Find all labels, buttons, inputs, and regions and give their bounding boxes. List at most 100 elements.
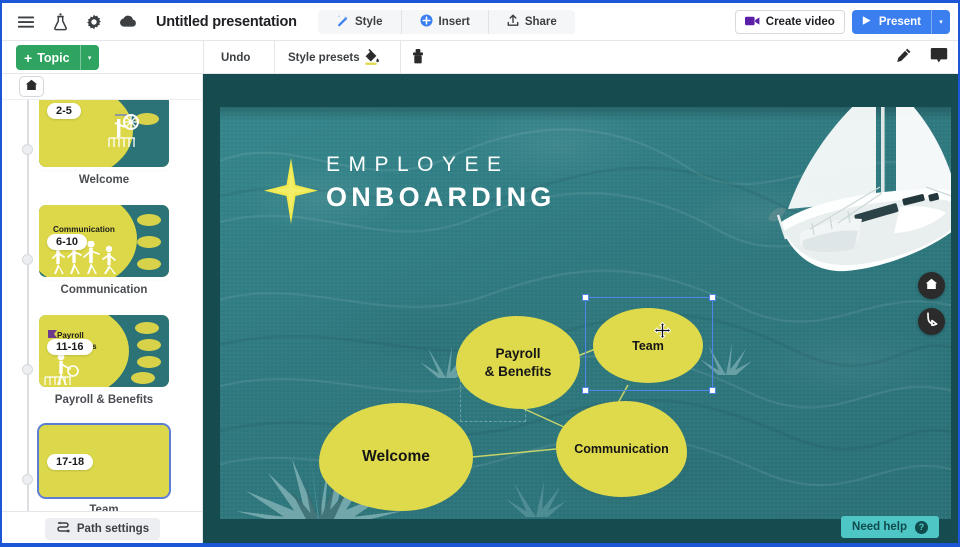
paint-bucket-icon: [362, 47, 381, 69]
style-button[interactable]: Style: [318, 10, 402, 34]
prezi-editor-window: Untitled presentation Style Insert Share…: [0, 0, 960, 547]
add-topic-button[interactable]: + Topic ▾: [16, 45, 99, 70]
canvas-float-buttons: [918, 272, 945, 335]
thumb-mini-node: [137, 214, 161, 226]
slide-name-label: Welcome: [78, 174, 130, 186]
document-title[interactable]: Untitled presentation: [156, 14, 297, 30]
thumb-title: Communication: [53, 225, 115, 234]
slide-surface[interactable]: EMPLOYEE ONBOARDING Welcome Payroll & Be…: [220, 107, 951, 519]
node-communication-label: Communication: [574, 442, 669, 456]
path-route-icon: [56, 521, 70, 537]
node-payroll-benefits-label: Payroll & Benefits: [485, 345, 552, 380]
slides-sidebar: 2-5 Welcome Communication 6-10 Communica…: [2, 74, 203, 543]
node-welcome-label: Welcome: [362, 448, 430, 465]
pen-marker-icon[interactable]: [895, 47, 912, 69]
node-communication[interactable]: Communication: [556, 401, 687, 497]
share-button[interactable]: Share: [489, 10, 575, 34]
selection-box[interactable]: [582, 294, 716, 394]
node-payroll-benefits[interactable]: Payroll & Benefits: [456, 316, 580, 409]
four-point-star-icon: [264, 158, 318, 229]
sailboat-icon: [750, 107, 951, 298]
toolbar-divider-3: [400, 41, 401, 74]
path-rail-line: [27, 100, 29, 511]
thumb-mini-node: [135, 322, 159, 334]
resize-handle-bottom-right[interactable]: [709, 387, 716, 394]
top-bar-segmented-control: Style Insert Share: [318, 10, 575, 34]
lab-flask-icon[interactable]: [50, 12, 70, 32]
slide-title-block[interactable]: EMPLOYEE ONBOARDING: [264, 154, 556, 224]
settings-gear-icon[interactable]: [84, 12, 104, 32]
thumb-mini-node: [131, 372, 155, 384]
path-rail-node[interactable]: [22, 144, 33, 155]
node-welcome[interactable]: Welcome: [319, 403, 473, 511]
lock-icon: [411, 48, 425, 68]
resize-handle-top-left[interactable]: [582, 294, 589, 301]
magic-wand-icon: [336, 14, 349, 30]
slide-name-label: Team: [89, 504, 119, 511]
undo-button[interactable]: Undo: [221, 41, 250, 74]
resize-handle-bottom-left[interactable]: [582, 387, 589, 394]
comment-bubble-icon[interactable]: [930, 47, 948, 68]
node-payroll-line-1: Payroll: [495, 346, 541, 362]
topic-label: Topic: [37, 50, 70, 65]
style-presets-button[interactable]: Style presets: [288, 41, 360, 74]
home-icon: [25, 78, 38, 96]
canvas-home-button[interactable]: [918, 272, 945, 299]
fill-color-button[interactable]: [362, 41, 381, 74]
present-label: Present: [878, 16, 921, 28]
slide-canvas-area[interactable]: EMPLOYEE ONBOARDING Welcome Payroll & Be…: [203, 74, 958, 543]
slide-name-label: Payroll & Benefits: [54, 394, 154, 406]
thumb-mini-node: [137, 356, 161, 368]
slide-card-communication[interactable]: Communication 6-10 Communication: [39, 205, 169, 296]
sidebar-home-row: [2, 74, 202, 100]
sidebar-home-button[interactable]: [19, 76, 44, 97]
create-video-button[interactable]: Create video: [734, 10, 845, 34]
thumb-figure-icon: [95, 107, 147, 158]
question-mark-icon: ?: [915, 520, 928, 534]
plus-circle-icon: [420, 14, 433, 30]
slide-range-badge: 6-10: [47, 234, 88, 250]
lock-button[interactable]: [411, 41, 425, 74]
toolbar-divider-1: [203, 41, 204, 74]
move-cursor-icon: [653, 321, 672, 344]
path-rail-node[interactable]: [22, 474, 33, 485]
top-bar: Untitled presentation Style Insert Share…: [2, 3, 958, 41]
thumb-mini-node: [137, 258, 161, 270]
canvas-back-button[interactable]: [918, 308, 945, 335]
slide-thumbnail-selected[interactable]: 17-18: [39, 425, 169, 497]
plus-icon: +: [24, 49, 33, 66]
path-rail-node[interactable]: [22, 364, 33, 375]
share-label: Share: [524, 16, 557, 28]
slide-thumbnail[interactable]: 2-5: [39, 100, 169, 167]
slide-title-line-2: ONBOARDING: [326, 182, 556, 212]
path-rail-node[interactable]: [22, 254, 33, 265]
video-camera-icon: [744, 16, 760, 29]
share-upload-icon: [507, 14, 519, 30]
style-label: Style: [355, 16, 383, 28]
insert-button[interactable]: Insert: [402, 10, 489, 34]
slide-card-payroll[interactable]: Payroll & Benefits: [39, 315, 169, 406]
slide-range-badge: 11-16: [47, 339, 93, 355]
slide-card-team[interactable]: 17-18 Team: [39, 425, 169, 511]
create-video-label: Create video: [765, 16, 835, 28]
cloud-save-icon[interactable]: [118, 12, 138, 32]
slides-thumbnail-list[interactable]: 2-5 Welcome Communication 6-10 Communica…: [2, 100, 202, 511]
home-icon: [925, 277, 938, 295]
slide-card-welcome[interactable]: 2-5 Welcome: [39, 100, 169, 186]
slide-thumbnail[interactable]: Communication 6-10: [39, 205, 169, 277]
path-settings-button[interactable]: Path settings: [44, 518, 161, 540]
insert-label: Insert: [438, 16, 470, 28]
slide-thumbnail[interactable]: Payroll & Benefits: [39, 315, 169, 387]
hamburger-menu-icon[interactable]: [16, 12, 36, 32]
topic-dropdown-caret[interactable]: ▾: [81, 45, 99, 70]
present-dropdown-caret[interactable]: ▾: [932, 10, 950, 34]
present-button[interactable]: Present ▾: [851, 10, 950, 34]
node-payroll-line-2: & Benefits: [484, 363, 552, 379]
need-help-button[interactable]: Need help ?: [841, 516, 939, 538]
slide-range-badge: 17-18: [47, 454, 94, 470]
thumb-mini-node: [137, 236, 161, 248]
resize-handle-top-right[interactable]: [709, 294, 716, 301]
slide-name-label: Communication: [60, 284, 148, 296]
slide-range-badge: 2-5: [47, 103, 81, 119]
top-bar-icon-group: [2, 12, 138, 32]
